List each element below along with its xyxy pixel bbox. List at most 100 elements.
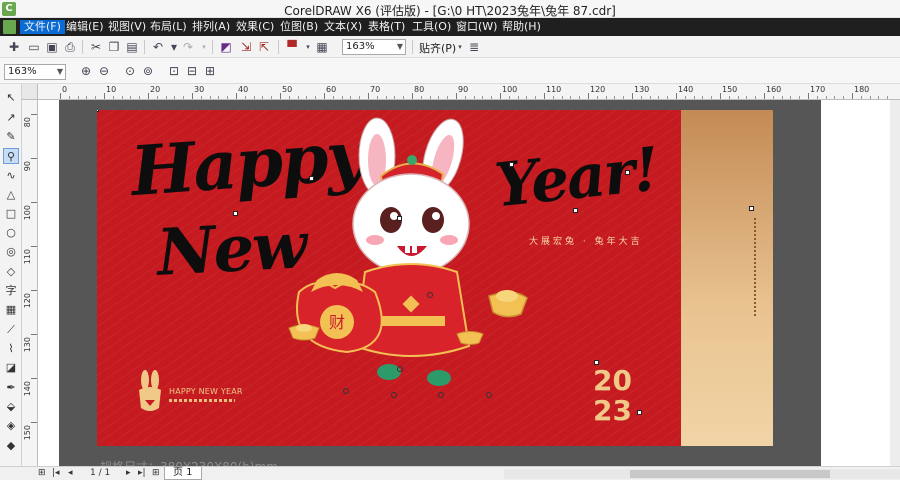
zoom-levels-combo[interactable]: 163% ▼ xyxy=(4,64,66,80)
zoom-to-page-height-icon[interactable]: ⊞ xyxy=(202,63,218,79)
gold-ingot-small[interactable] xyxy=(455,326,485,346)
spiral-tool-icon[interactable]: ◎ xyxy=(3,244,19,260)
search-content-icon[interactable]: ◩ xyxy=(218,39,234,55)
zoom-level-combo[interactable]: 163% ▼ xyxy=(342,39,406,55)
add-page-icon[interactable]: ⊞ xyxy=(38,468,46,478)
logo-caption[interactable]: HAPPY NEW YEAR xyxy=(169,387,243,396)
zoom-to-selected-icon[interactable]: ⊙ xyxy=(122,63,138,79)
add-page-after-icon[interactable]: ⊞ xyxy=(152,468,160,478)
document-icon[interactable] xyxy=(3,20,16,34)
zoom-in-icon[interactable]: ⊕ xyxy=(78,63,94,79)
vertical-ruler[interactable]: 80 90 100 110 120 130 140 150 xyxy=(22,100,38,466)
new-document-icon[interactable]: ✚ xyxy=(6,39,22,55)
menu-window[interactable]: 窗口(W) xyxy=(452,20,501,34)
selection-handle[interactable] xyxy=(625,170,630,175)
rectangle-tool-icon[interactable]: □ xyxy=(3,206,19,222)
save-icon[interactable]: ▣ xyxy=(44,39,60,55)
zoom-to-page-width-icon[interactable]: ⊟ xyxy=(184,63,200,79)
selection-handle[interactable] xyxy=(749,206,754,211)
ruler-minor-tick xyxy=(174,96,176,99)
pick-tool-icon[interactable]: ↖ xyxy=(3,90,19,106)
menu-layout[interactable]: 布局(L) xyxy=(146,20,191,34)
fill-tool-icon[interactable]: ◈ xyxy=(3,418,19,434)
paste-icon[interactable]: ▤ xyxy=(124,39,140,55)
zoom-out-icon[interactable]: ⊖ xyxy=(96,63,112,79)
smart-fill-tool-icon[interactable]: △ xyxy=(3,187,19,203)
ruler-minor-tick xyxy=(482,96,484,99)
selection-handle[interactable] xyxy=(97,110,99,112)
drawing-workspace[interactable]: Happy New Year! 财 大展宏兔 · 兔年大吉 HAPPY NEW … xyxy=(38,100,900,466)
zoom-to-page-icon[interactable]: ⊡ xyxy=(166,63,182,79)
welcome-screen-icon[interactable]: ▦ xyxy=(314,39,330,55)
selection-handle[interactable] xyxy=(233,211,238,216)
new-brush-text[interactable]: New xyxy=(155,208,307,291)
zoom-to-all-objects-icon[interactable]: ⊚ xyxy=(140,63,156,79)
menu-table[interactable]: 表格(T) xyxy=(364,20,409,34)
menu-edit[interactable]: 编辑(E) xyxy=(62,20,108,34)
node-marker[interactable] xyxy=(438,392,444,398)
zoom-level-value: 163% xyxy=(346,41,375,52)
horizontal-scrollbar[interactable] xyxy=(504,469,900,479)
gold-ingot-left[interactable] xyxy=(287,318,321,342)
slogan-text[interactable]: 大展宏兔 · 兔年大吉 xyxy=(529,234,643,247)
horizontal-ruler[interactable]: 0 10 20 30 40 50 60 70 80 90 100 110 120 130 140 150 160… xyxy=(38,84,900,100)
rabbit-logo-icon[interactable] xyxy=(135,370,165,414)
text-tool-icon[interactable]: 字 xyxy=(3,283,19,299)
menu-file[interactable]: 文件(F) xyxy=(20,20,65,34)
last-page-icon[interactable]: ▸| xyxy=(138,468,146,478)
selection-handle[interactable] xyxy=(637,410,642,415)
menu-arrange[interactable]: 排列(A) xyxy=(188,20,234,34)
first-page-icon[interactable]: |◂ xyxy=(52,468,60,478)
application-launcher-icon[interactable]: ▀ xyxy=(284,39,300,55)
node-marker[interactable] xyxy=(427,292,433,298)
menu-text[interactable]: 文本(X) xyxy=(320,20,366,34)
zoom-tool-icon[interactable]: ⚲ xyxy=(3,148,19,164)
undo-icon[interactable]: ↶ xyxy=(150,39,166,55)
basic-shapes-tool-icon[interactable]: ◇ xyxy=(3,264,19,280)
page-tab[interactable]: 页 1 xyxy=(164,467,202,480)
copy-icon[interactable]: ❐ xyxy=(106,39,122,55)
table-tool-icon[interactable]: ▦ xyxy=(3,302,19,318)
menu-view[interactable]: 视图(V) xyxy=(104,20,150,34)
interactive-fill-tool-icon[interactable]: ◆ xyxy=(3,438,19,454)
ellipse-tool-icon[interactable]: ○ xyxy=(3,225,19,241)
ruler-minor-tick xyxy=(614,96,616,99)
node-marker[interactable] xyxy=(486,392,492,398)
print-icon[interactable]: ⎙ xyxy=(62,39,78,55)
dimension-tool-icon[interactable]: ⟋ xyxy=(3,322,19,338)
node-marker[interactable] xyxy=(343,388,349,394)
connector-tool-icon[interactable]: ⌇ xyxy=(3,341,19,357)
shape-tool-icon[interactable]: ↗ xyxy=(3,110,19,126)
cut-icon[interactable]: ✂ xyxy=(88,39,104,55)
ruler-origin[interactable] xyxy=(22,84,38,100)
next-page-icon[interactable]: ▸ xyxy=(126,468,131,478)
menu-help[interactable]: 帮助(H) xyxy=(498,20,545,34)
redo-icon[interactable]: ↷ xyxy=(180,39,196,55)
snap-to-button[interactable]: 贴齐(P) xyxy=(419,40,456,56)
menu-bitmaps[interactable]: 位图(B) xyxy=(276,20,322,34)
greeting-card-artwork[interactable]: Happy New Year! 财 大展宏兔 · 兔年大吉 HAPPY NEW … xyxy=(97,110,773,446)
selection-handle[interactable] xyxy=(573,208,578,213)
blend-tool-icon[interactable]: ◪ xyxy=(3,360,19,376)
freehand-tool-icon[interactable]: ∿ xyxy=(3,168,19,184)
eyedropper-tool-icon[interactable]: ✒ xyxy=(3,380,19,396)
export-icon[interactable]: ⇱ xyxy=(256,39,272,55)
node-marker[interactable] xyxy=(391,392,397,398)
selection-handle[interactable] xyxy=(309,176,314,181)
redo-dropdown-icon[interactable]: ▾ xyxy=(196,39,212,55)
selection-handle[interactable] xyxy=(397,216,402,221)
node-marker[interactable] xyxy=(397,366,403,372)
menu-tools[interactable]: 工具(O) xyxy=(408,20,455,34)
vertical-scrollbar[interactable] xyxy=(890,100,900,466)
rabbit-mascot[interactable]: 财 xyxy=(293,116,533,396)
scrollbar-thumb[interactable] xyxy=(630,470,830,478)
open-folder-icon[interactable]: ▭ xyxy=(26,39,42,55)
options-icon[interactable]: ≣ xyxy=(466,39,482,55)
selection-handle[interactable] xyxy=(594,360,599,365)
import-icon[interactable]: ⇲ xyxy=(238,39,254,55)
menu-effects[interactable]: 效果(C) xyxy=(232,20,278,34)
selection-handle[interactable] xyxy=(509,162,514,167)
crop-tool-icon[interactable]: ✎ xyxy=(3,129,19,145)
previous-page-icon[interactable]: ◂ xyxy=(68,468,73,478)
outline-tool-icon[interactable]: ⬙ xyxy=(3,399,19,415)
